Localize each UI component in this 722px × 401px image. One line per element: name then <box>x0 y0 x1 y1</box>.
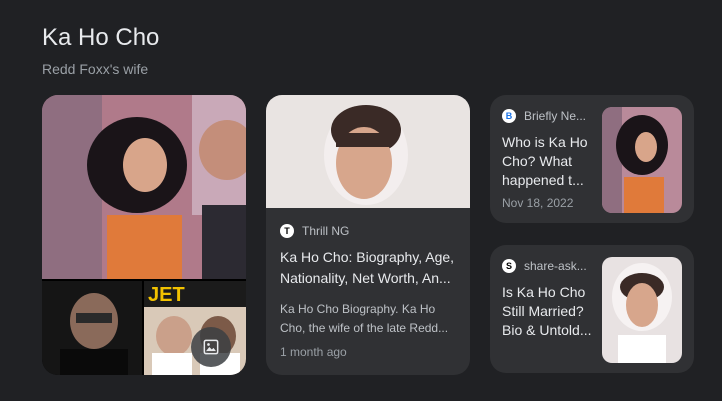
more-images-button[interactable] <box>191 327 231 367</box>
share-ask-favicon-icon: S <box>502 259 516 273</box>
result-card-briefly-news[interactable]: B Briefly Ne... Who is Ka Ho Cho? What h… <box>490 95 694 223</box>
result-source[interactable]: B Briefly Ne... <box>502 109 586 123</box>
result-date: Nov 18, 2022 <box>502 196 574 210</box>
knowledge-subtitle: Redd Foxx's wife <box>42 61 149 77</box>
thrill-ng-favicon-icon: T <box>280 224 294 238</box>
result-title[interactable]: Ka Ho Cho: Biography, Age, Nationality, … <box>280 247 458 289</box>
result-source-name: Thrill NG <box>302 224 350 238</box>
result-thumbnail[interactable] <box>602 107 682 213</box>
collage-main-image[interactable] <box>42 95 246 279</box>
jet-logo-text: JET <box>148 284 185 306</box>
result-source[interactable]: T Thrill NG <box>280 224 349 238</box>
result-card-thrill-ng[interactable]: T Thrill NG Ka Ho Cho: Biography, Age, N… <box>266 95 470 375</box>
result-source[interactable]: S share-ask... <box>502 259 587 273</box>
result-card-share-ask[interactable]: S share-ask... Is Ka Ho Cho Still Marrie… <box>490 245 694 373</box>
result-source-name: Briefly Ne... <box>524 109 587 123</box>
result-source-name: share-ask... <box>524 259 587 273</box>
result-thumbnail[interactable] <box>266 95 470 208</box>
knowledge-title: Ka Ho Cho <box>42 24 160 51</box>
briefly-news-favicon-icon: B <box>502 109 516 123</box>
result-date: 1 month ago <box>280 345 347 359</box>
result-title[interactable]: Is Ka Ho Cho Still Married? Bio & Untold… <box>502 283 594 340</box>
result-title[interactable]: Who is Ka Ho Cho? What happened t... <box>502 133 594 190</box>
image-icon <box>203 339 219 355</box>
collage-image-bottom-right[interactable]: JET <box>144 281 246 375</box>
result-snippet: Ka Ho Cho Biography. Ka Ho Cho, the wife… <box>280 302 449 335</box>
collage-image-bottom-left[interactable] <box>42 281 142 375</box>
result-thumbnail[interactable] <box>602 257 682 363</box>
